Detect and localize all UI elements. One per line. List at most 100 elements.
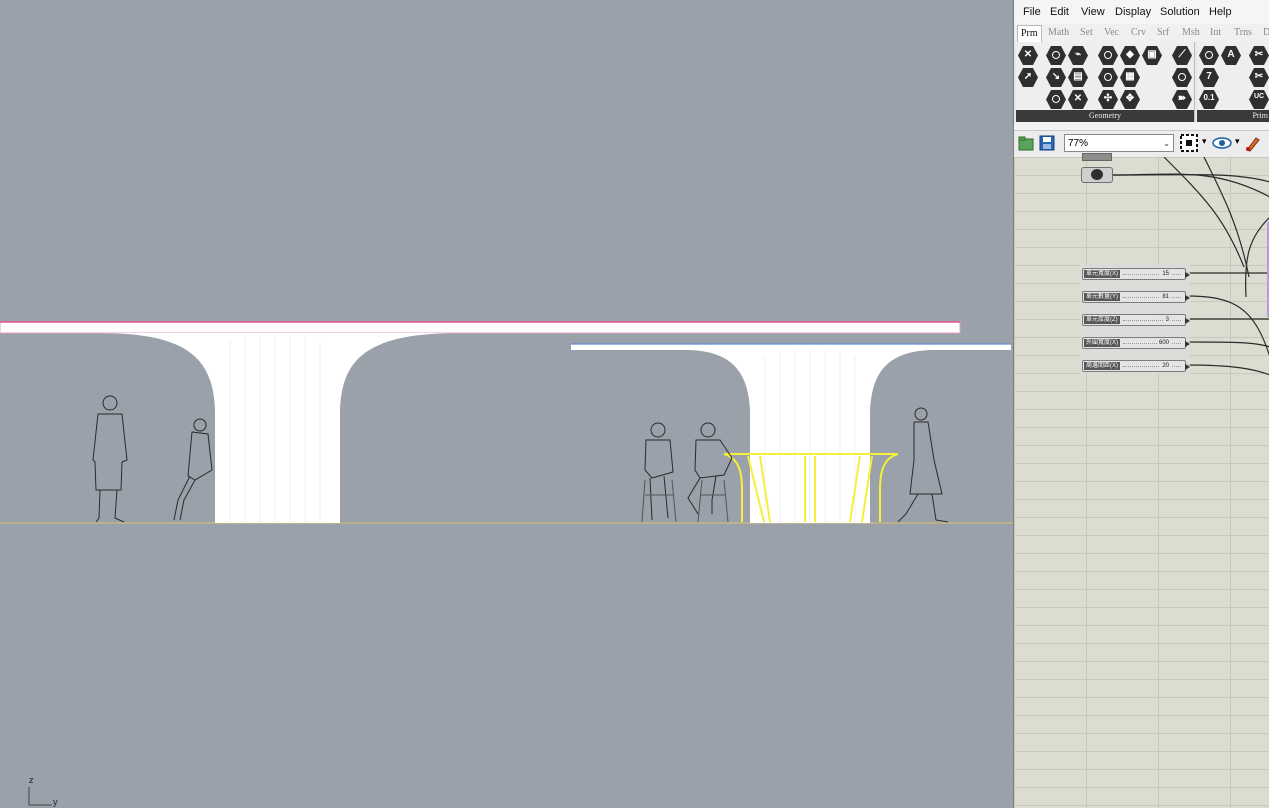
output-port[interactable] [1185, 295, 1190, 301]
menu-file[interactable]: File [1023, 6, 1041, 18]
zoom-dropdown[interactable]: 77% ⌄ [1064, 134, 1174, 152]
component-icon[interactable]: ▤ [1068, 68, 1088, 87]
component-icon[interactable] [1046, 46, 1066, 65]
component-icon[interactable] [1098, 68, 1118, 87]
slider-label: 單元數量(Y) [1084, 293, 1120, 301]
tab-srf[interactable]: Srf [1157, 27, 1169, 38]
component-icon[interactable]: 7 [1199, 68, 1219, 87]
menu-help[interactable]: Help [1209, 6, 1232, 18]
component-icon[interactable]: ✂ [1249, 68, 1269, 87]
axis-z-label: z [29, 775, 34, 785]
slider-value: 20 [1160, 361, 1171, 371]
slider-unit-width[interactable]: 單元寬度(X) 15 [1082, 268, 1190, 280]
slider-unit-count[interactable]: 單元數量(Y) 81 [1082, 291, 1190, 303]
slider-value: 3 [1163, 315, 1171, 325]
menu-edit[interactable]: Edit [1050, 6, 1069, 18]
eye-icon[interactable] [1212, 136, 1232, 150]
grasshopper-canvas[interactable]: 單元寬度(X) 15 單元數量(Y) 81 單元厚度(Z) 3 外圍寬度(X) … [1014, 153, 1269, 808]
curve-param-icon [1091, 169, 1103, 180]
output-port[interactable] [1185, 364, 1190, 370]
slider-value: 15 [1160, 269, 1171, 279]
tab-math[interactable]: Math [1048, 27, 1069, 38]
component-icon[interactable]: ▦ [1120, 68, 1140, 87]
slider-track [1123, 320, 1181, 321]
person-walking-right [897, 407, 949, 523]
component-icon[interactable] [1172, 68, 1192, 87]
slider-edge-spacing[interactable]: 周邊間距(X) 20 [1082, 360, 1190, 372]
output-port[interactable] [1185, 272, 1190, 278]
chevron-down-icon[interactable]: ▾ [1235, 136, 1240, 147]
component-icon[interactable]: UC [1249, 90, 1269, 109]
slider-value: 600 [1156, 338, 1171, 348]
person-on-stool-2 [687, 422, 733, 523]
component-icon[interactable]: A [1221, 46, 1241, 65]
component-icon[interactable]: ◆ [1120, 46, 1140, 65]
tab-d[interactable]: D [1263, 27, 1269, 38]
component-icon[interactable]: ↘ [1046, 68, 1066, 87]
tab-crv[interactable]: Crv [1131, 27, 1146, 38]
slider-track [1123, 297, 1181, 298]
component-icon[interactable]: 0.1 [1199, 90, 1219, 109]
slider-label: 單元寬度(X) [1084, 270, 1120, 278]
tab-prm[interactable]: Prm [1017, 25, 1042, 42]
person-standing-left [92, 395, 128, 523]
menu-solution[interactable]: Solution [1160, 6, 1200, 18]
slider-track [1123, 366, 1181, 367]
slider-track [1123, 274, 1181, 275]
zoom-extents-icon[interactable] [1180, 134, 1198, 152]
axis-gizmo [28, 787, 52, 806]
zoom-value: 77% [1068, 138, 1089, 149]
component-icon[interactable]: ⟋ [1172, 46, 1192, 65]
preview-brush-icon[interactable] [1244, 134, 1262, 152]
viewport-scene[interactable] [0, 0, 1013, 808]
component-icon[interactable]: ✥ [1120, 90, 1140, 109]
component-icon[interactable] [1046, 90, 1066, 109]
component-icon[interactable]: ➚ [1018, 68, 1038, 87]
chevron-down-icon: ⌄ [1163, 139, 1170, 148]
person-on-stool-1 [641, 422, 677, 523]
component-tabs: Prm Math Set Vec Crv Srf Msh Int Trns D [1014, 24, 1269, 42]
wires [1110, 157, 1269, 376]
component-icon[interactable]: ✕ [1018, 46, 1038, 65]
slider-value: 81 [1160, 292, 1171, 302]
slider-label: 單元厚度(Z) [1084, 316, 1120, 324]
tab-set[interactable]: Set [1080, 27, 1093, 38]
component-icon[interactable]: ▣ [1142, 46, 1162, 65]
component-icon[interactable] [1199, 46, 1219, 65]
open-file-icon[interactable] [1018, 135, 1034, 151]
rhino-viewport[interactable]: z y [0, 0, 1013, 808]
menu-view[interactable]: View [1081, 6, 1105, 18]
geometry-panel: ✕ ➚ ↘ ⌁ ▤ ✕ ✣ ◆ ▦ ✥ ▣ ⟋ ➽ Geometry [1016, 42, 1195, 122]
slider-label: 周邊間距(X) [1084, 362, 1120, 370]
component-icon[interactable] [1098, 46, 1118, 65]
menu-display[interactable]: Display [1115, 6, 1151, 18]
canvas-toolbar: 77% ⌄ ▾ ▾ [1014, 130, 1269, 158]
grasshopper-window[interactable]: File Edit View Display Solution Help Prm… [1013, 0, 1269, 808]
tab-trns[interactable]: Trns [1234, 27, 1252, 38]
component-ribbon: ✕ ➚ ↘ ⌁ ▤ ✕ ✣ ◆ ▦ ✥ ▣ ⟋ ➽ Geometry 7 0.1… [1014, 42, 1269, 122]
primitive-panel: 7 0.1 A ✂ ✂ UC Prim [1197, 42, 1269, 122]
slider-label: 外圍寬度(X) [1084, 339, 1120, 347]
tab-vec[interactable]: Vec [1104, 27, 1119, 38]
person-sitting-left [173, 418, 213, 521]
component-node[interactable] [1082, 153, 1112, 161]
slider-track [1123, 343, 1181, 344]
save-icon[interactable] [1039, 135, 1055, 151]
slider-outer-width[interactable]: 外圍寬度(X) 600 [1082, 337, 1190, 349]
chevron-down-icon[interactable]: ▾ [1202, 136, 1207, 147]
component-icon[interactable]: ➽ [1172, 90, 1192, 109]
component-icon[interactable]: ✂ [1249, 46, 1269, 65]
canopy-right[interactable] [571, 343, 1011, 523]
component-icon[interactable]: ✕ [1068, 90, 1088, 109]
menu-bar: File Edit View Display Solution Help [1014, 0, 1269, 24]
component-icon[interactable]: ⌁ [1068, 46, 1088, 65]
panel-label-prim[interactable]: Prim [1197, 110, 1269, 122]
output-port[interactable] [1185, 341, 1190, 347]
tab-int[interactable]: Int [1210, 27, 1221, 38]
component-icon[interactable]: ✣ [1098, 90, 1118, 109]
output-port[interactable] [1185, 318, 1190, 324]
tab-msh[interactable]: Msh [1182, 27, 1200, 38]
panel-label-geometry[interactable]: Geometry [1016, 110, 1194, 122]
slider-unit-thickness[interactable]: 單元厚度(Z) 3 [1082, 314, 1190, 326]
curve-param-component[interactable] [1081, 167, 1113, 183]
